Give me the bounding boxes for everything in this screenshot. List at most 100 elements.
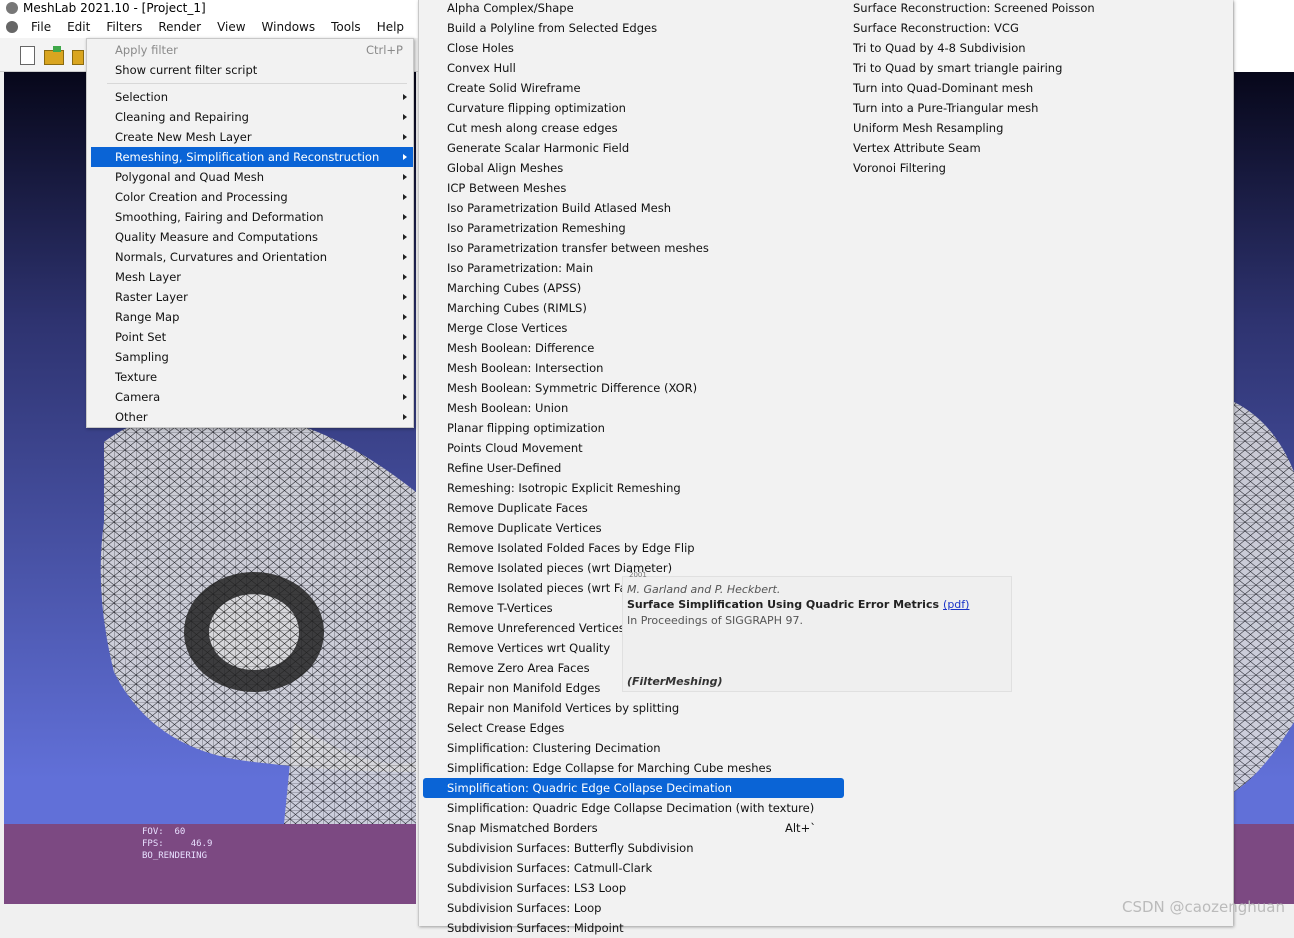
category-label: Normals, Curvatures and Orientation xyxy=(115,250,328,264)
submenu-item[interactable]: Simplification: Quadric Edge Collapse De… xyxy=(447,798,814,818)
submenu-item[interactable]: Remove Zero Area Faces xyxy=(447,658,590,678)
submenu-item[interactable]: Surface Reconstruction: Screened Poisson xyxy=(853,0,1095,18)
submenu-item[interactable]: Remove Vertices wrt Quality xyxy=(447,638,610,658)
menu-item-category[interactable]: Point Set xyxy=(87,327,413,347)
submenu-item[interactable]: Voronoi Filtering xyxy=(853,158,946,178)
submenu-item[interactable]: Curvature flipping optimization xyxy=(447,98,626,118)
submenu-item[interactable]: Iso Parametrization transfer between mes… xyxy=(447,238,709,258)
tooltip-pdf-link[interactable]: (pdf) xyxy=(943,598,969,611)
menu-item-category[interactable]: Normals, Curvatures and Orientation xyxy=(87,247,413,267)
submenu-item[interactable]: Alpha Complex/Shape xyxy=(447,0,574,18)
menu-item-category[interactable]: Quality Measure and Computations xyxy=(87,227,413,247)
submenu-item-label: Tri to Quad by 4-8 Subdivision xyxy=(853,41,1026,55)
submenu-item[interactable]: Iso Parametrization Build Atlased Mesh xyxy=(447,198,671,218)
import-mesh-icon[interactable] xyxy=(72,46,84,66)
menu-item-category[interactable]: Mesh Layer xyxy=(87,267,413,287)
submenu-item[interactable]: Build a Polyline from Selected Edges xyxy=(447,18,657,38)
submenu-item[interactable]: Close Holes xyxy=(447,38,514,58)
submenu-item[interactable]: Remeshing: Isotropic Explicit Remeshing xyxy=(447,478,681,498)
new-document-icon[interactable] xyxy=(18,46,36,66)
submenu-item[interactable]: Remove Isolated pieces (wrt Face xyxy=(447,578,640,598)
menu-item-category[interactable]: Color Creation and Processing xyxy=(87,187,413,207)
submenu-item[interactable]: ICP Between Meshes xyxy=(447,178,566,198)
submenu-item[interactable]: Refine User-Defined xyxy=(447,458,561,478)
submenu-item[interactable]: Remove Unreferenced Vertices xyxy=(447,618,625,638)
submenu-item[interactable]: Snap Mismatched Borders Alt+` xyxy=(447,818,816,838)
submenu-item[interactable]: Marching Cubes (RIMLS) xyxy=(447,298,587,318)
category-label: Color Creation and Processing xyxy=(115,190,288,204)
submenu-item[interactable]: Subdivision Surfaces: Midpoint xyxy=(447,918,624,938)
submenu-item[interactable]: Tri to Quad by 4-8 Subdivision xyxy=(853,38,1026,58)
submenu-item[interactable]: Mesh Boolean: Intersection xyxy=(447,358,603,378)
menu-item-category[interactable]: Other xyxy=(87,407,413,427)
menu-render[interactable]: Render xyxy=(151,20,208,34)
submenu-item[interactable]: Iso Parametrization Remeshing xyxy=(447,218,626,238)
submenu-item[interactable]: Subdivision Surfaces: Catmull-Clark xyxy=(447,858,652,878)
submenu-item[interactable]: Uniform Mesh Resampling xyxy=(853,118,1003,138)
menu-filters[interactable]: Filters xyxy=(99,20,149,34)
submenu-arrow-icon xyxy=(403,114,407,120)
submenu-item-label: Turn into Quad-Dominant mesh xyxy=(853,81,1034,95)
menu-item-category[interactable]: Smoothing, Fairing and Deformation xyxy=(87,207,413,227)
menu-item-category[interactable]: Create New Mesh Layer xyxy=(87,127,413,147)
menu-file[interactable]: File xyxy=(24,20,58,34)
menu-item-category[interactable]: Remeshing, Simplification and Reconstruc… xyxy=(91,147,413,167)
submenu-item[interactable]: Tri to Quad by smart triangle pairing xyxy=(853,58,1062,78)
submenu-item[interactable]: Remove Duplicate Faces xyxy=(447,498,588,518)
submenu-item[interactable]: Global Align Meshes xyxy=(447,158,563,178)
submenu-item[interactable]: Surface Reconstruction: VCG xyxy=(853,18,1019,38)
submenu-item-label: Subdivision Surfaces: Butterfly Subdivis… xyxy=(447,841,694,855)
menu-help[interactable]: Help xyxy=(370,20,411,34)
submenu-item[interactable]: Simplification: Quadric Edge Collapse De… xyxy=(423,778,844,798)
submenu-item[interactable]: Cut mesh along crease edges xyxy=(447,118,618,138)
menu-view[interactable]: View xyxy=(210,20,252,34)
menu-item-category[interactable]: Texture xyxy=(87,367,413,387)
submenu-item[interactable]: Mesh Boolean: Difference xyxy=(447,338,594,358)
submenu-item[interactable]: Planar flipping optimization xyxy=(447,418,605,438)
menu-item-category[interactable]: Range Map xyxy=(87,307,413,327)
submenu-item-label: Simplification: Clustering Decimation xyxy=(447,741,661,755)
tooltip-plugin-name: (FilterMeshing) xyxy=(627,675,723,688)
menu-item-show-filter-script[interactable]: Show current filter script xyxy=(87,60,413,80)
submenu-item[interactable]: Repair non Manifold Edges xyxy=(447,678,600,698)
menu-item-category[interactable]: Sampling xyxy=(87,347,413,367)
submenu-item[interactable]: Points Cloud Movement xyxy=(447,438,583,458)
submenu-item[interactable]: Marching Cubes (APSS) xyxy=(447,278,581,298)
submenu-item[interactable]: Turn into a Pure-Triangular mesh xyxy=(853,98,1038,118)
submenu-item[interactable]: Generate Scalar Harmonic Field xyxy=(447,138,629,158)
open-folder-icon[interactable] xyxy=(44,46,64,66)
submenu-item[interactable]: Subdivision Surfaces: Butterfly Subdivis… xyxy=(447,838,693,858)
menu-item-category[interactable]: Polygonal and Quad Mesh xyxy=(87,167,413,187)
submenu-item[interactable]: Create Solid Wireframe xyxy=(447,78,581,98)
submenu-item-label: Surface Reconstruction: VCG xyxy=(853,21,1019,35)
submenu-item[interactable]: Turn into Quad-Dominant mesh xyxy=(853,78,1033,98)
menu-item-category[interactable]: Raster Layer xyxy=(87,287,413,307)
submenu-item[interactable]: Repair non Manifold Vertices by splittin… xyxy=(447,698,679,718)
submenu-item[interactable]: Remove T-Vertices xyxy=(447,598,553,618)
submenu-item[interactable]: Vertex Attribute Seam xyxy=(853,138,981,158)
tooltip-paper-title: Surface Simplification Using Quadric Err… xyxy=(627,598,970,611)
menu-tools[interactable]: Tools xyxy=(324,20,368,34)
submenu-item[interactable]: Remove Isolated Folded Faces by Edge Fli… xyxy=(447,538,695,558)
submenu-item[interactable]: Select Crease Edges xyxy=(447,718,564,738)
menu-item-category[interactable]: Selection xyxy=(87,87,413,107)
submenu-item[interactable]: Simplification: Clustering Decimation xyxy=(447,738,661,758)
menu-item-category[interactable]: Camera xyxy=(87,387,413,407)
category-label: Polygonal and Quad Mesh xyxy=(115,170,264,184)
menu-item-apply-filter: Apply filter Ctrl+P xyxy=(87,40,413,60)
submenu-arrow-icon xyxy=(403,294,407,300)
submenu-item[interactable]: Iso Parametrization: Main xyxy=(447,258,593,278)
submenu-item[interactable]: Convex Hull xyxy=(447,58,516,78)
submenu-item[interactable]: Mesh Boolean: Symmetric Difference (XOR) xyxy=(447,378,697,398)
submenu-item[interactable]: Subdivision Surfaces: LS3 Loop xyxy=(447,878,626,898)
menu-item-category[interactable]: Cleaning and Repairing xyxy=(87,107,413,127)
menu-windows[interactable]: Windows xyxy=(255,20,323,34)
submenu-item[interactable]: Merge Close Vertices xyxy=(447,318,567,338)
submenu-item[interactable]: Remove Duplicate Vertices xyxy=(447,518,602,538)
menu-edit[interactable]: Edit xyxy=(60,20,97,34)
submenu-item[interactable]: Mesh Boolean: Union xyxy=(447,398,568,418)
submenu-item[interactable]: Subdivision Surfaces: Loop xyxy=(447,898,601,918)
3d-viewport-right-edge[interactable] xyxy=(1234,72,1294,904)
submenu-item[interactable]: Simplification: Edge Collapse for Marchi… xyxy=(447,758,772,778)
submenu-item-label: Uniform Mesh Resampling xyxy=(853,121,1004,135)
